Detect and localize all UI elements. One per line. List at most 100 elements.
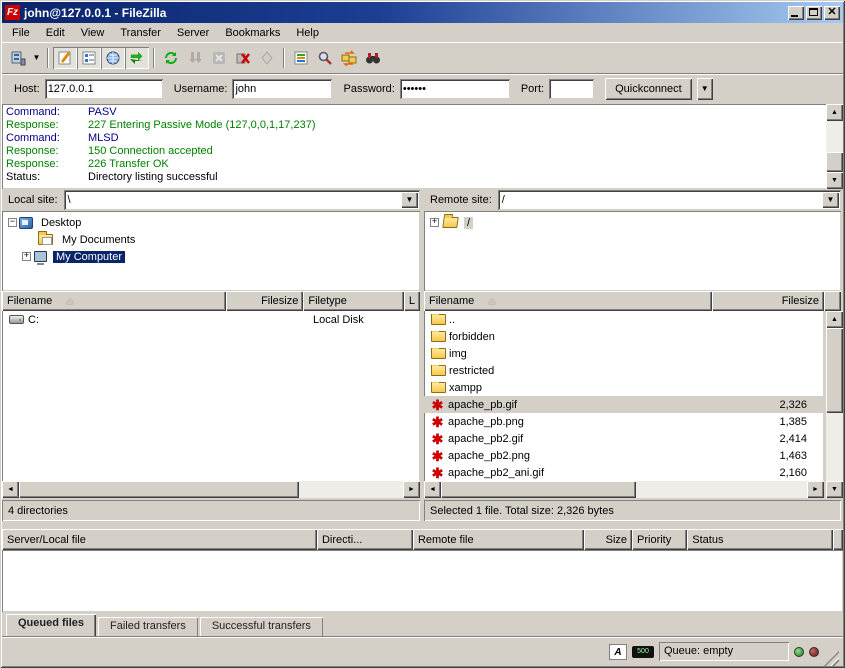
remote-file-row[interactable]: ✱apache_pb2_ani.gif 2,160 [424, 464, 824, 481]
directory-comparison-button[interactable] [289, 47, 313, 69]
scroll-thumb[interactable] [826, 152, 843, 172]
menu-view[interactable]: View [73, 25, 113, 41]
open-folder-icon [442, 217, 459, 228]
column-header-priority[interactable]: Priority [632, 529, 687, 550]
toggle-remote-tree-button[interactable] [101, 47, 125, 69]
log-scrollbar[interactable]: ▲ ▼ [826, 104, 843, 189]
minimize-button[interactable] [788, 6, 804, 20]
remote-file-row[interactable]: ✱apache_pb2.gif 2,414 [424, 430, 824, 447]
resize-grip[interactable] [824, 651, 839, 666]
menu-bookmarks[interactable]: Bookmarks [217, 25, 288, 41]
local-file-row[interactable]: C: Local Disk [2, 311, 420, 328]
local-site-combo[interactable]: \ ▼ [64, 190, 420, 210]
column-header-filesize[interactable]: Filesize [226, 291, 303, 311]
tree-item-my-documents[interactable]: My Documents [2, 231, 420, 248]
remote-site-combo[interactable]: / ▼ [498, 190, 841, 210]
toggle-local-tree-button[interactable] [77, 47, 101, 69]
scroll-left-icon[interactable]: ◄ [2, 481, 19, 498]
local-file-list[interactable]: C: Local Disk [2, 311, 420, 481]
tree-item-root[interactable]: + / [424, 214, 841, 231]
local-list-hscrollbar[interactable]: ◄ ► [2, 481, 420, 498]
scroll-thumb[interactable] [826, 328, 843, 413]
menu-edit[interactable]: Edit [38, 25, 73, 41]
maximize-button[interactable] [806, 6, 822, 20]
host-input[interactable] [45, 79, 163, 99]
column-header-last-modified[interactable]: L [404, 291, 420, 311]
refresh-button[interactable] [159, 47, 183, 69]
directory-comparison-icon [293, 50, 309, 66]
file-size: 2,326 [712, 399, 812, 411]
cancel-operation-button[interactable] [207, 47, 231, 69]
process-queue-button[interactable] [183, 47, 207, 69]
column-header-filename[interactable]: Filename [424, 291, 712, 311]
scroll-left-icon[interactable]: ◄ [424, 481, 441, 498]
transfer-type-indicator-icon[interactable]: A [609, 644, 627, 660]
password-input[interactable] [400, 79, 510, 99]
file-name: .. [449, 314, 455, 326]
column-header-status[interactable]: Status [687, 529, 833, 550]
message-log[interactable]: Command:PASV Response:227 Entering Passi… [2, 104, 843, 189]
transfer-queue-list[interactable] [2, 550, 843, 612]
remote-file-row[interactable]: xampp [424, 379, 824, 396]
scroll-thumb[interactable] [19, 481, 299, 498]
remote-file-list[interactable]: .. forbidden img restricted xampp ✱apach… [424, 311, 824, 481]
toggle-message-log-button[interactable] [53, 47, 77, 69]
column-header-filesize[interactable]: Filesize [712, 291, 824, 311]
disconnect-button[interactable] [231, 47, 255, 69]
scroll-down-icon[interactable]: ▼ [826, 481, 843, 498]
remote-list-hscrollbar[interactable]: ◄ ► [424, 481, 824, 498]
column-header-server-local-file[interactable]: Server/Local file [2, 529, 317, 550]
remote-file-row[interactable]: .. [424, 311, 824, 328]
quickconnect-button[interactable]: Quickconnect [605, 78, 692, 100]
speed-limit-icon[interactable] [632, 646, 654, 658]
column-header-size[interactable]: Size [584, 529, 632, 550]
column-header-direction[interactable]: Directi... [317, 529, 413, 550]
menu-transfer[interactable]: Transfer [112, 25, 169, 41]
tree-item-desktop[interactable]: − Desktop [2, 214, 420, 231]
scroll-up-icon[interactable]: ▲ [826, 104, 843, 121]
expand-icon[interactable]: + [22, 252, 31, 261]
menu-server[interactable]: Server [169, 25, 217, 41]
close-button[interactable]: ✕ [824, 6, 840, 20]
scroll-up-icon[interactable]: ▲ [826, 311, 843, 328]
remote-tree[interactable]: + / [424, 211, 841, 291]
column-header-filetype[interactable]: Filetype [303, 291, 404, 311]
site-manager-dropdown[interactable]: ▼ [30, 47, 43, 69]
scroll-right-icon[interactable]: ► [807, 481, 824, 498]
remote-file-row[interactable]: ✱apache_pb2.png 1,463 [424, 447, 824, 464]
remote-file-row[interactable]: img [424, 345, 824, 362]
collapse-icon[interactable]: − [8, 218, 17, 227]
column-header-filename[interactable]: Filename [2, 291, 226, 311]
toggle-transfer-queue-button[interactable] [125, 47, 149, 69]
filter-button[interactable] [361, 47, 385, 69]
scroll-right-icon[interactable]: ► [403, 481, 420, 498]
scroll-down-icon[interactable]: ▼ [826, 172, 843, 189]
tab-successful-transfers[interactable]: Successful transfers [200, 617, 323, 636]
quickconnect-dropdown[interactable]: ▼ [697, 78, 713, 100]
tab-queued-files[interactable]: Queued files [6, 614, 96, 636]
tree-item-my-computer[interactable]: + My Computer [2, 248, 420, 265]
reconnect-button[interactable] [255, 47, 279, 69]
column-header-remote-file[interactable]: Remote file [413, 529, 584, 550]
remote-list-scrollbar[interactable]: ▲ ▼ [826, 311, 843, 498]
remote-file-row[interactable]: restricted [424, 362, 824, 379]
port-input[interactable] [549, 79, 594, 99]
remote-file-row[interactable]: ✱apache_pb.png 1,385 [424, 413, 824, 430]
menu-help[interactable]: Help [288, 25, 327, 41]
synchronized-browsing-button[interactable] [337, 47, 361, 69]
sort-ascending-icon [488, 298, 496, 304]
tab-failed-transfers[interactable]: Failed transfers [98, 617, 198, 636]
username-input[interactable] [232, 79, 332, 99]
find-files-button[interactable] [313, 47, 337, 69]
menu-file[interactable]: File [4, 25, 38, 41]
title-bar[interactable]: Fz john@127.0.0.1 - FileZilla ✕ [2, 2, 843, 23]
chevron-down-icon[interactable]: ▼ [401, 192, 418, 208]
remote-file-row-selected[interactable]: ✱apache_pb.gif 2,326 [424, 396, 824, 413]
remote-file-row[interactable]: forbidden [424, 328, 824, 345]
scroll-thumb[interactable] [441, 481, 636, 498]
chevron-down-icon[interactable]: ▼ [822, 192, 839, 208]
minimize-icon [791, 15, 798, 17]
site-manager-button[interactable] [6, 47, 30, 69]
expand-icon[interactable]: + [430, 218, 439, 227]
local-tree[interactable]: − Desktop My Documents + My Computer [2, 211, 420, 291]
